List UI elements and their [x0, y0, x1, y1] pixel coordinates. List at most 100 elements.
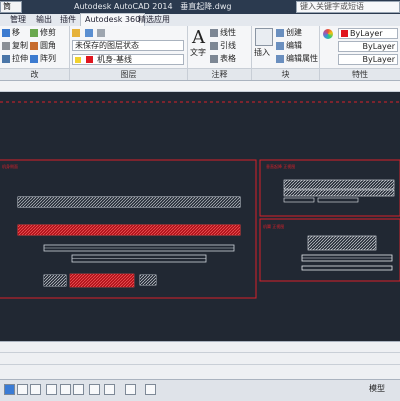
- bulb-icon: [75, 56, 81, 63]
- file-name: 垂直起降.dwg: [180, 2, 232, 11]
- edit-attr-label: 编辑属性: [286, 54, 318, 63]
- search-input[interactable]: 键入关键字或短语: [296, 1, 400, 13]
- lineweight-dropdown[interactable]: ByLayer: [338, 54, 398, 65]
- layer-match-icon[interactable]: [84, 28, 93, 37]
- workspace-dropdown[interactable]: 筒: [0, 1, 22, 13]
- frame-right-top-title: 垂直起降 正视图: [266, 163, 295, 169]
- fillet-label: 圆角: [40, 41, 56, 50]
- color-dropdown[interactable]: ByLayer: [338, 28, 398, 39]
- move-icon: [2, 28, 10, 37]
- insert-button[interactable]: 插入: [254, 48, 270, 58]
- edit-block-button[interactable]: 编辑: [276, 41, 302, 51]
- lineweight-label: ByLayer: [362, 55, 395, 64]
- panel-annotation: A 文字 线性 引线 表格 注释: [188, 26, 252, 80]
- edit-attributes-button[interactable]: 编辑属性: [276, 54, 318, 64]
- fillet-icon: [30, 41, 38, 50]
- linetype-dropdown[interactable]: ByLayer: [338, 41, 398, 52]
- color-label: ByLayer: [350, 29, 383, 38]
- tab-featured-apps[interactable]: 精选应用: [134, 14, 174, 26]
- move-button[interactable]: 移: [2, 28, 20, 38]
- create-block-button[interactable]: 创建: [276, 28, 302, 38]
- text-button[interactable]: 文字: [190, 48, 206, 58]
- search-placeholder: 键入关键字或短语: [300, 2, 364, 11]
- layer-tools: [72, 28, 107, 38]
- file-tabs-strip: [0, 81, 400, 92]
- linetype-label: ByLayer: [362, 42, 395, 51]
- layer-state-dropdown[interactable]: 未保存的图层状态: [72, 40, 184, 51]
- current-layer-label: 机身-基线: [97, 55, 132, 64]
- create-label: 创建: [286, 28, 302, 37]
- insert-block-icon[interactable]: [255, 28, 273, 46]
- color-swatch: [341, 30, 348, 37]
- command-history-divider: [0, 352, 400, 353]
- linear-label: 线性: [220, 28, 236, 37]
- panel-label-properties[interactable]: 特性: [320, 68, 400, 80]
- leader-label: 引线: [220, 41, 236, 50]
- layer-dropdown[interactable]: 机身-基线: [72, 54, 184, 65]
- layer-color-swatch: [85, 56, 93, 63]
- edit-block-icon: [276, 41, 284, 50]
- trim-label: 修剪: [40, 28, 56, 37]
- otrack-icon[interactable]: [73, 384, 84, 395]
- panel-label-annotation[interactable]: 注释: [188, 68, 251, 80]
- layer-state-label: 未保存的图层状态: [75, 41, 139, 50]
- linear-dim-icon: [210, 28, 218, 37]
- panel-modify: 移 修剪 复制 圆角 拉伸 阵列 改: [0, 26, 70, 80]
- edit-label: 编辑: [286, 41, 302, 50]
- stretch-label: 拉伸: [12, 54, 28, 63]
- linear-dim-button[interactable]: 线性: [210, 28, 236, 38]
- fuselage-side-view: [17, 196, 241, 288]
- snap-icon[interactable]: [4, 384, 15, 395]
- tab-manage[interactable]: 管理: [6, 14, 30, 26]
- status-bar: 模型: [0, 379, 400, 401]
- lineweight-icon[interactable]: [125, 384, 136, 395]
- drawing-canvas[interactable]: 机身侧面 垂直起降 正视图 机翼 正视图: [0, 92, 400, 341]
- array-icon: [30, 54, 38, 63]
- leader-button[interactable]: 引线: [210, 41, 236, 51]
- stretch-button[interactable]: 拉伸: [2, 54, 28, 64]
- workspace-label: 筒: [3, 2, 11, 11]
- stretch-icon: [2, 54, 10, 63]
- match-properties-icon[interactable]: [323, 29, 333, 39]
- panel-label-modify[interactable]: 改: [0, 68, 69, 80]
- trim-icon: [30, 28, 38, 37]
- command-line[interactable]: [0, 341, 400, 380]
- top-view-drawing: [283, 179, 395, 203]
- copy-icon: [2, 41, 10, 50]
- fillet-button[interactable]: 圆角: [30, 41, 56, 51]
- command-input-divider: [0, 364, 400, 365]
- ribbon: 移 修剪 复制 圆角 拉伸 阵列 改 未保存的图层状态 机身-基线 图层 A 文…: [0, 26, 400, 81]
- panel-layers: 未保存的图层状态 机身-基线 图层: [70, 26, 188, 80]
- frame-left-title: 机身侧面: [2, 163, 18, 169]
- move-label: 移: [12, 28, 20, 37]
- tab-plugins[interactable]: 插件: [56, 14, 80, 26]
- edit-attributes-icon: [276, 54, 284, 63]
- array-label: 阵列: [40, 54, 56, 63]
- table-button[interactable]: 表格: [210, 54, 236, 64]
- wing-front-view-drawing: [301, 235, 393, 271]
- layer-off-icon[interactable]: [97, 28, 106, 37]
- copy-button[interactable]: 复制: [2, 41, 28, 51]
- ortho-icon[interactable]: [30, 384, 41, 395]
- text-button-icon[interactable]: A: [192, 28, 205, 48]
- table-icon: [210, 54, 218, 63]
- panel-label-block[interactable]: 块: [252, 68, 319, 80]
- transparency-icon[interactable]: [145, 384, 156, 395]
- panel-label-layers[interactable]: 图层: [70, 68, 187, 80]
- polar-icon[interactable]: [46, 384, 57, 395]
- table-label: 表格: [220, 54, 236, 63]
- grid-icon[interactable]: [17, 384, 28, 395]
- layer-properties-icon[interactable]: [72, 28, 80, 37]
- title-bar: 筒 Autodesk AutoCAD 2014 垂直起降.dwg 键入关键字或短…: [0, 0, 400, 14]
- create-block-icon: [276, 28, 284, 37]
- tab-output[interactable]: 输出: [32, 14, 56, 26]
- trim-button[interactable]: 修剪: [30, 28, 56, 38]
- osnap-icon[interactable]: [60, 384, 71, 395]
- model-space-label[interactable]: 模型: [369, 383, 385, 394]
- dyn-icon[interactable]: [104, 384, 115, 395]
- array-button[interactable]: 阵列: [30, 54, 56, 64]
- ducs-icon[interactable]: [89, 384, 100, 395]
- leader-icon: [210, 41, 218, 50]
- drawing-svg: 机身侧面 垂直起降 正视图 机翼 正视图: [0, 101, 400, 299]
- app-title: Autodesk AutoCAD 2014: [74, 2, 173, 11]
